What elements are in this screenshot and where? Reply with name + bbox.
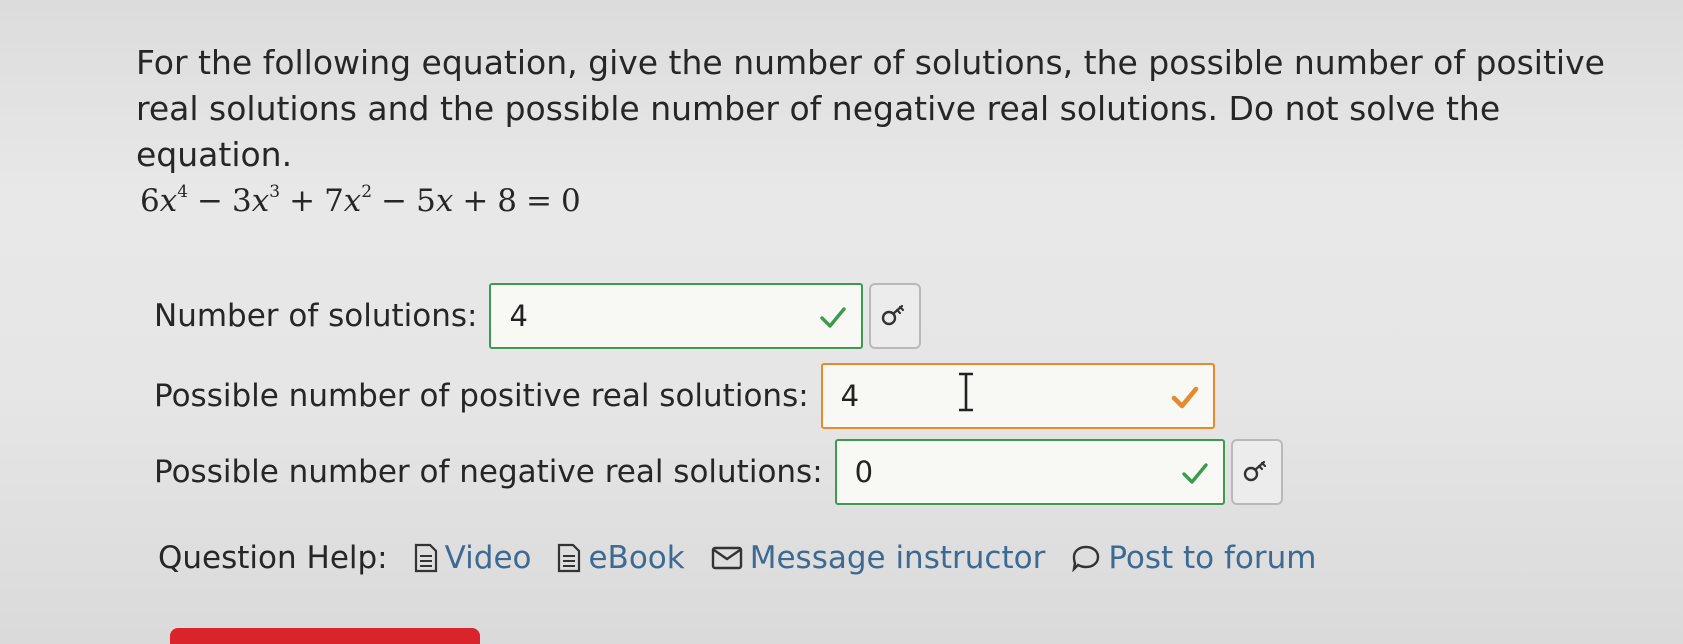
equals-sign: = [526,183,553,219]
post-to-forum-label: Post to forum [1108,540,1317,576]
answer-value: 4 [509,299,528,333]
post-to-forum-link[interactable]: Post to forum [1071,540,1316,576]
variable: x [159,183,178,219]
video-link[interactable]: Video [414,540,532,576]
equation-rhs: 0 [561,183,581,219]
check-icon [820,307,847,328]
submit-button[interactable] [170,628,480,644]
question-help: Question Help: Video eBook Message instr… [158,540,1342,576]
solutions-input[interactable]: 4 [489,283,864,349]
answer-label: Number of solutions: [154,298,478,334]
coefficient-4: 6 [140,183,160,219]
coefficient-3: 3 [232,183,252,219]
answer-key-button[interactable] [869,283,922,349]
plus-sign: + [289,183,316,219]
negative-solutions-input[interactable]: 0 [834,439,1225,505]
constant-term: 8 [497,183,518,219]
exponent-3: 3 [269,182,281,202]
variable: x [435,183,454,219]
check-icon [1181,463,1208,484]
ebook-link[interactable]: eBook [557,540,685,576]
equation: 6x4−3x3 +7x2−5x +8 = 0 [140,182,581,219]
answer-key-button[interactable] [1230,439,1283,505]
variable: x [343,183,362,219]
answer-row-positive: Possible number of positive real solutio… [154,360,1215,432]
document-icon [414,543,437,573]
message-instructor-link[interactable]: Message instructor [711,540,1046,576]
minus-sign: − [197,183,224,219]
answer-row-solutions: Number of solutions: 4 [154,280,922,352]
answer-value: 4 [840,379,860,413]
question-text: For the following equation, give the num… [136,43,1605,174]
speech-bubble-icon [1072,545,1100,572]
key-icon [882,304,905,326]
check-icon [1171,386,1198,409]
plus-sign: + [462,183,489,219]
video-link-label: Video [444,540,532,576]
document-icon [558,543,581,573]
variable: x [251,183,270,219]
message-instructor-label: Message instructor [749,540,1046,576]
exponent-2: 2 [361,182,373,202]
coefficient-1: 5 [416,183,436,219]
envelope-icon [711,546,742,570]
answer-value: 0 [854,455,874,489]
exponent-4: 4 [177,182,189,202]
text-cursor-icon [958,372,973,412]
answer-label: Possible number of negative real solutio… [154,454,823,490]
ebook-link-label: eBook [588,540,685,576]
coefficient-2: 7 [324,183,344,219]
answer-row-negative: Possible number of negative real solutio… [154,436,1283,508]
question-help-label: Question Help: [158,540,388,576]
answer-label: Possible number of positive real solutio… [154,378,809,414]
minus-sign: − [381,183,408,219]
positive-solutions-input[interactable]: 4 [820,363,1215,429]
key-icon [1243,460,1266,482]
